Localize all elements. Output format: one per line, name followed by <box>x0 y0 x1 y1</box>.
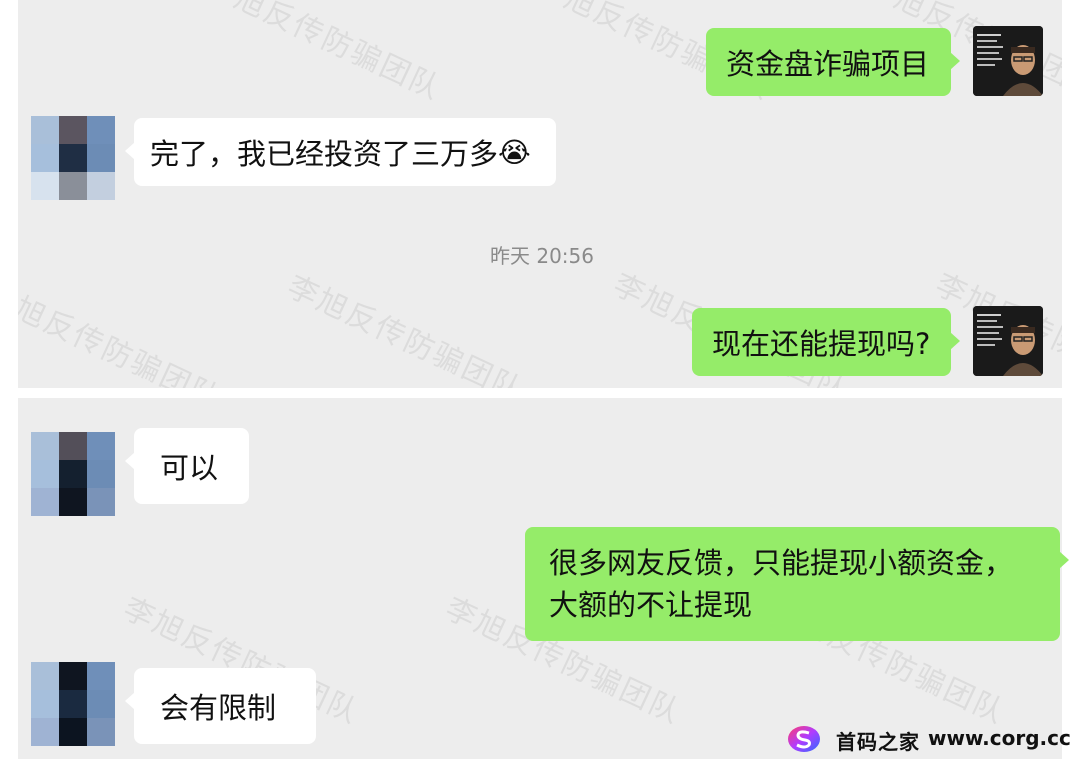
contact-avatar[interactable] <box>31 432 115 516</box>
message-bubble-other[interactable]: 会有限制 <box>125 668 316 744</box>
message-text-line-2: 大额的不让提现 <box>549 588 753 622</box>
watermark: 李旭反传防骗团队 <box>18 277 227 388</box>
self-avatar[interactable] <box>973 26 1043 96</box>
message-text: 资金盘诈骗项目 <box>726 47 930 81</box>
contact-avatar[interactable] <box>31 662 115 746</box>
message-text-line-1: 很多网友反馈，只能提现小额资金， <box>549 546 1014 580</box>
person-portrait-icon <box>973 306 1043 376</box>
message-bubble-other[interactable]: 完了，我已经投资了三万多 😭 <box>125 118 556 186</box>
message-text: 会有限制 <box>160 691 277 725</box>
message-text: 完了，我已经投资了三万多 <box>150 137 499 171</box>
watermark: 李旭反传防骗团队 <box>281 269 529 388</box>
message-bubble-other[interactable]: 可以 <box>125 428 249 504</box>
message-text: 可以 <box>160 451 219 485</box>
brand-url[interactable]: www.corg.cc <box>928 726 1071 750</box>
crying-face-icon: 😭 <box>498 135 531 169</box>
timestamp: 昨天 20:56 <box>490 244 594 268</box>
brand-logo <box>787 724 821 754</box>
self-avatar[interactable] <box>973 306 1043 376</box>
person-portrait-icon <box>973 26 1043 96</box>
message-bubble-self[interactable]: 现在还能提现吗? <box>692 308 960 376</box>
message-bubble-self[interactable]: 资金盘诈骗项目 <box>706 28 960 96</box>
s-logo-icon <box>788 726 820 752</box>
contact-avatar[interactable] <box>31 116 115 200</box>
message-bubble-self[interactable]: 很多网友反馈，只能提现小额资金， 大额的不让提现 <box>525 527 1069 641</box>
message-text: 现在还能提现吗? <box>712 327 931 361</box>
brand-name: 首码之家 <box>836 730 920 754</box>
watermark: 李旭反传防骗团队 <box>199 0 447 108</box>
